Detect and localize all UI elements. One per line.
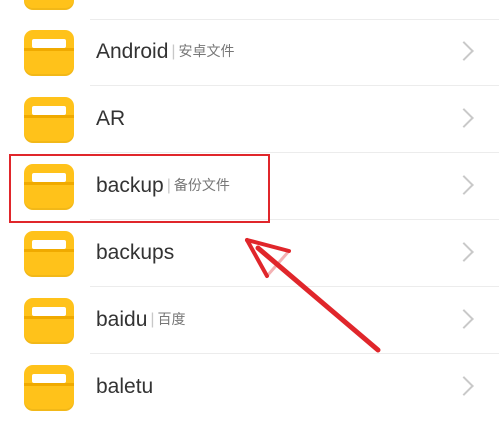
- chevron-right-icon[interactable]: [454, 376, 474, 396]
- folder-description: 百度: [157, 311, 186, 327]
- chevron-right-icon[interactable]: [454, 108, 474, 128]
- folder-description: 安卓文件: [178, 43, 235, 59]
- folder-icon: [24, 97, 74, 143]
- chevron-right-icon[interactable]: [454, 41, 474, 61]
- folder-name: baidu: [96, 308, 148, 331]
- folder-icon: [24, 30, 74, 76]
- folder-icon: [24, 298, 74, 344]
- divider: [90, 85, 499, 86]
- divider: [90, 152, 499, 153]
- separator: |: [171, 43, 176, 60]
- folder-name: baletu: [96, 375, 154, 398]
- folder-name: Android: [96, 40, 169, 63]
- folder-icon: [24, 0, 74, 10]
- list-item[interactable]: AR: [0, 87, 499, 153]
- chevron-right-icon[interactable]: [454, 242, 474, 262]
- divider: [90, 353, 499, 354]
- folder-icon: [24, 231, 74, 277]
- list-item[interactable]: Android | 安卓文件: [0, 20, 499, 86]
- folder-name: AR: [96, 107, 126, 130]
- separator: |: [150, 311, 155, 328]
- chevron-right-icon[interactable]: [454, 175, 474, 195]
- folder-icon: [24, 365, 74, 411]
- chevron-right-icon[interactable]: [454, 309, 474, 329]
- list-item[interactable]: [0, 0, 499, 20]
- divider: [90, 286, 499, 287]
- list-item[interactable]: baletu: [0, 355, 499, 421]
- list-item[interactable]: baidu | 百度: [0, 288, 499, 354]
- folder-name: backups: [96, 241, 175, 264]
- list-item[interactable]: backups: [0, 221, 499, 287]
- highlight-box: [9, 154, 270, 223]
